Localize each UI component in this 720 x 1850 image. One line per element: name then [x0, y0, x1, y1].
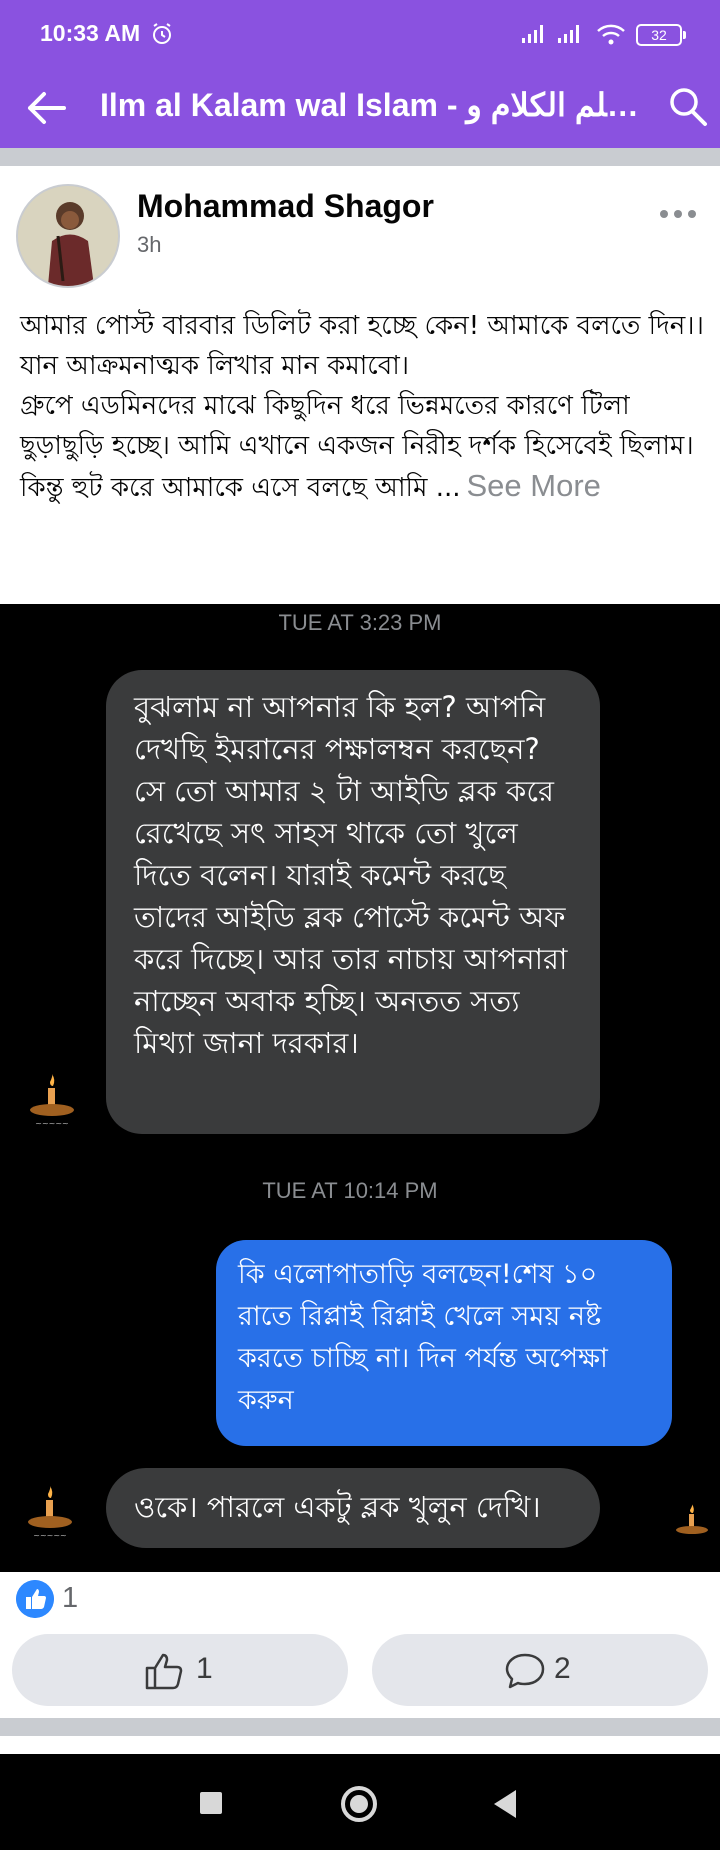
incoming-message-bubble: ওকে। পারলে একটু ব্লক খুলুন দেখি।	[106, 1468, 600, 1548]
outgoing-message-bubble: কি এলোপাতাড়ি বলছেন!শেষ ১০ রাতে রিপ্লাই …	[216, 1240, 672, 1446]
post-line: যান আক্রমনাত্মক লিখার মান কমাবো।	[20, 351, 410, 381]
recents-icon[interactable]	[200, 1792, 222, 1814]
signal-icon	[522, 25, 543, 43]
avatar[interactable]	[16, 184, 120, 288]
incoming-message-bubble: বুঝলাম না আপনার কি হল? আপনি দেখছি ইমরানে…	[106, 670, 600, 1134]
svg-text:~~~~~: ~~~~~	[35, 1119, 69, 1128]
comment-button[interactable]: 2	[372, 1634, 708, 1706]
like-badge-icon	[16, 1580, 54, 1618]
thumbs-up-icon	[145, 1653, 183, 1690]
candle-avatar-icon: ~~~~~	[28, 1486, 72, 1540]
chat-timestamp: TUE AT 10:14 PM	[262, 1178, 438, 1203]
post-line-last: কিন্তু হুট করে আমাকে এসে বলছে আমি ... See…	[20, 466, 710, 508]
post-image[interactable]: TUE AT 3:23 PM বুঝলাম না আপনার কি হল? আপ…	[0, 604, 720, 1572]
post-line: কিন্তু হুট করে আমাকে এসে বলছে আমি ...	[20, 473, 461, 503]
status-time: 10:33 AM	[40, 20, 141, 46]
author-name[interactable]: Mohammad Shagor	[137, 188, 434, 225]
comment-count: 2	[554, 1652, 571, 1685]
back-icon[interactable]	[494, 1790, 516, 1818]
reaction-count: 1	[62, 1582, 79, 1614]
chat-timestamp: TUE AT 3:23 PM	[278, 610, 442, 635]
post-line: গ্রুপে এডমিনদের মাঝে কিছুদিন ধরে ভিন্নমত…	[20, 391, 694, 461]
search-icon[interactable]	[668, 86, 708, 128]
like-button[interactable]: 1	[12, 1634, 348, 1706]
app-bar: Ilm al Kalam wal Islam - علم الكلام و...	[0, 68, 720, 148]
post-line: আমার পোস্ট বারবার ডিলিট করা হচ্ছে কেন! আ…	[20, 311, 704, 341]
like-count: 1	[196, 1652, 213, 1685]
alarm-icon	[153, 23, 171, 44]
comment-icon	[505, 1653, 545, 1689]
battery-icon: 32	[636, 24, 686, 46]
svg-text:~~~~~: ~~~~~	[33, 1531, 67, 1540]
candle-avatar-icon: ~~~~~	[30, 1074, 74, 1128]
signal-icon	[558, 25, 579, 43]
wifi-icon	[597, 24, 625, 45]
back-arrow-icon[interactable]	[26, 90, 66, 126]
group-title: Ilm al Kalam wal Islam - علم الكلام و...	[100, 87, 645, 123]
post-text: আমার পোস্ট বারবার ডিলিট করা হচ্ছে কেন! আ…	[20, 306, 710, 508]
candle-read-receipt-icon	[676, 1504, 708, 1534]
more-options-icon[interactable]	[658, 204, 698, 224]
section-divider	[0, 1718, 720, 1736]
section-divider	[0, 148, 720, 166]
post-time[interactable]: 3h	[137, 232, 161, 258]
status-bar: 10:33 AM 32	[0, 0, 720, 68]
system-nav-bar	[0, 1754, 720, 1850]
see-more-link[interactable]: See More	[467, 468, 601, 503]
home-icon[interactable]	[341, 1786, 377, 1822]
